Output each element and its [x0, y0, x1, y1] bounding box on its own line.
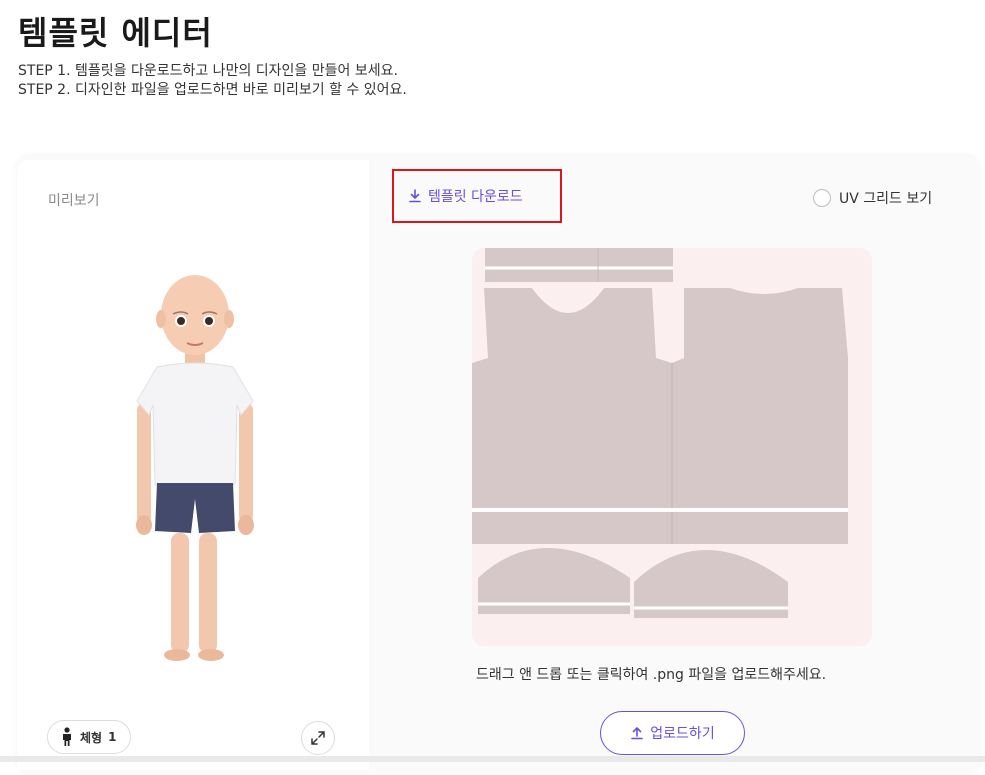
step-instructions: STEP 1. 템플릿을 다운로드하고 나만의 디자인을 만들어 보세요. ST…	[18, 62, 407, 100]
avatar-preview[interactable]	[125, 263, 265, 683]
horizontal-scrollbar[interactable]	[0, 756, 985, 762]
uv-grid-radio[interactable]	[813, 189, 831, 207]
uv-grid-label: UV 그리드 보기	[839, 191, 933, 207]
step-2-text: STEP 2. 디자인한 파일을 업로드하면 바로 미리보기 할 수 있어요.	[18, 82, 407, 98]
uv-grid-toggle[interactable]: UV 그리드 보기	[813, 188, 932, 208]
download-label: 템플릿 다운로드	[428, 189, 523, 205]
preview-label: 미리보기	[48, 193, 100, 209]
upload-hint: 드래그 앤 드롭 또는 클릭하여 .png 파일을 업로드해주세요.	[476, 667, 827, 683]
person-icon	[63, 727, 71, 746]
upload-icon	[631, 727, 644, 740]
template-drop-zone[interactable]	[472, 248, 872, 646]
preview-panel: 미리보기 체형 1	[17, 160, 369, 770]
template-download-link[interactable]: 템플릿 다운로드	[392, 169, 562, 223]
upload-button[interactable]: 업로드하기	[600, 711, 745, 755]
body-type-button[interactable]: 체형 1	[47, 720, 132, 754]
body-type-value: 1	[108, 730, 117, 744]
upload-button-label: 업로드하기	[650, 726, 715, 742]
page-title: 템플릿 에디터	[18, 14, 213, 52]
body-type-label: 체형	[80, 730, 103, 745]
step-1-text: STEP 1. 템플릿을 다운로드하고 나만의 디자인을 만들어 보세요.	[18, 63, 398, 79]
uv-template-image	[472, 248, 848, 618]
download-icon	[409, 189, 421, 203]
fullscreen-button[interactable]	[301, 721, 335, 755]
expand-icon	[311, 731, 325, 745]
